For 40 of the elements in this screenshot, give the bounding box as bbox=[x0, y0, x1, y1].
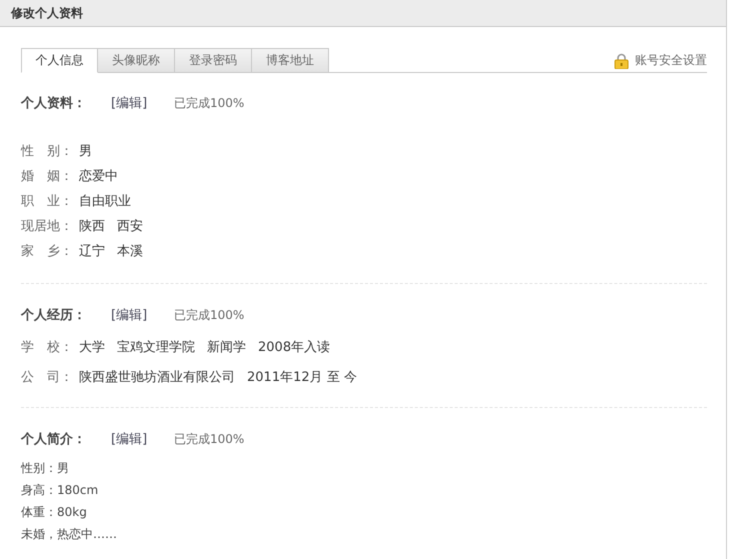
section-title: 个人简介： bbox=[21, 431, 87, 448]
field-label: 学 校： bbox=[21, 339, 68, 356]
field-value: 西安 bbox=[117, 218, 143, 234]
completion-status: 已完成100% bbox=[174, 94, 244, 112]
intro-line: 身高：180cm bbox=[21, 482, 100, 499]
edit-link[interactable]: [编辑] bbox=[111, 94, 174, 112]
field-value: 宝鸡文理学院 bbox=[117, 339, 195, 356]
tab[interactable]: 个人信息 bbox=[21, 48, 98, 73]
intro-line: 体重：80kg bbox=[21, 504, 88, 521]
field-value: 男 bbox=[79, 142, 92, 160]
field-value: 2008年入读 bbox=[258, 339, 330, 356]
field-label: 公 司： bbox=[21, 369, 68, 386]
edit-link[interactable]: [编辑] bbox=[111, 430, 174, 448]
field-label: 职 业： bbox=[21, 192, 68, 210]
completion-status: 已完成100% bbox=[174, 430, 244, 448]
security-settings-link[interactable]: 账号安全设置 bbox=[614, 52, 707, 69]
field-value: 2011年12月 至 今 bbox=[247, 369, 357, 386]
field-value: 陕西 bbox=[79, 218, 105, 234]
field-value: 新闻学 bbox=[207, 339, 246, 356]
tab[interactable]: 头像昵称 bbox=[98, 48, 175, 73]
section-title: 个人经历： bbox=[21, 307, 87, 324]
field-value: 恋爱中 bbox=[79, 168, 118, 184]
lock-icon bbox=[614, 52, 629, 68]
completion-status: 已完成100% bbox=[174, 306, 244, 324]
section-title: 个人资料： bbox=[21, 95, 87, 112]
intro-line: 未婚，热恋中…… bbox=[21, 526, 118, 543]
tab[interactable]: 登录密码 bbox=[175, 48, 252, 73]
field-label: 家 乡： bbox=[21, 242, 68, 260]
field-label: 性 别： bbox=[21, 142, 68, 160]
intro-line: 性别：男 bbox=[21, 460, 70, 477]
field-label: 婚 姻： bbox=[21, 168, 68, 184]
field-label: 现居地： bbox=[21, 218, 68, 234]
edit-link[interactable]: [编辑] bbox=[111, 306, 174, 324]
tab[interactable]: 博客地址 bbox=[252, 48, 329, 73]
field-value: 本溪 bbox=[117, 242, 143, 260]
field-value: 自由职业 bbox=[79, 192, 131, 210]
field-value: 陕西盛世驰坊酒业有限公司 bbox=[79, 369, 235, 386]
field-value: 辽宁 bbox=[79, 242, 105, 260]
field-value: 大学 bbox=[79, 339, 105, 356]
page-title: 修改个人资料 bbox=[11, 4, 83, 22]
